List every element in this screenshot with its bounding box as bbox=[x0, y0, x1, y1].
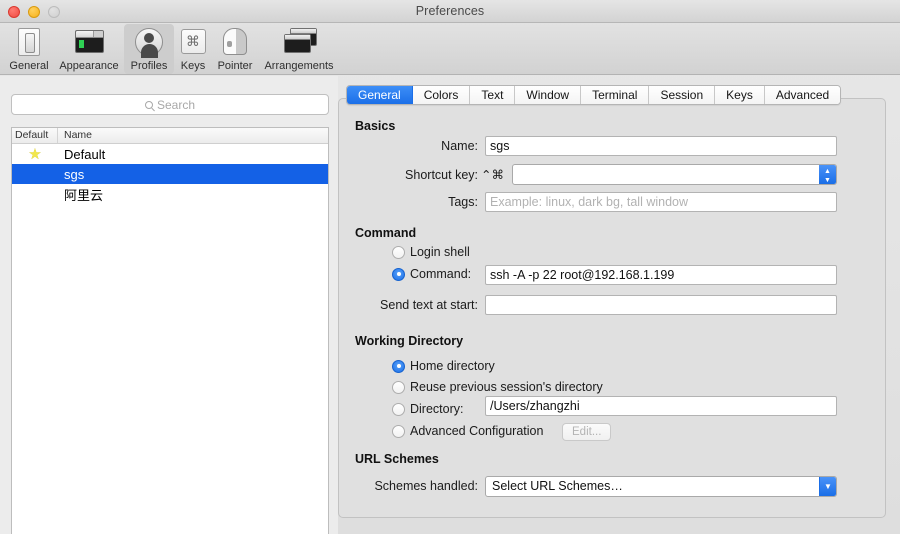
arrangements-icon bbox=[284, 28, 317, 58]
home-directory-radio[interactable] bbox=[392, 359, 405, 373]
send-text-at-start-field[interactable] bbox=[485, 295, 837, 315]
star-icon: ★ bbox=[28, 145, 42, 163]
tags-field[interactable]: Example: linux, dark bg, tall window bbox=[485, 192, 837, 212]
toolbar-label-pointer: Pointer bbox=[217, 60, 253, 72]
section-title-command: Command bbox=[355, 226, 417, 240]
advanced-configuration-radio-row[interactable]: Advanced Configuration bbox=[392, 424, 543, 438]
directory-radio-row[interactable]: Directory: bbox=[392, 402, 463, 416]
window-titlebar: Preferences bbox=[0, 0, 900, 23]
tab-colors[interactable]: Colors bbox=[412, 86, 471, 104]
tab-text[interactable]: Text bbox=[470, 86, 516, 104]
toolbar-item-arrangements[interactable]: Arrangements bbox=[259, 24, 339, 74]
default-star-cell: ★ bbox=[12, 147, 58, 162]
tab-keys[interactable]: Keys bbox=[715, 86, 765, 104]
directory-field[interactable]: /Users/zhangzhi bbox=[485, 396, 837, 416]
name-field[interactable]: sgs bbox=[485, 136, 837, 156]
toolbar-item-general[interactable]: General bbox=[3, 24, 55, 74]
section-title-working-directory: Working Directory bbox=[355, 334, 464, 348]
login-shell-label: Login shell bbox=[410, 245, 470, 259]
profile-detail-panel: General Colors Text Window Terminal Sess… bbox=[338, 76, 900, 534]
column-header-default[interactable]: Default bbox=[12, 128, 58, 143]
schemes-handled-label: Schemes handled: bbox=[374, 479, 478, 493]
tab-general[interactable]: General bbox=[347, 86, 413, 104]
profiles-list[interactable]: Default Name ★ Default sgs 阿里云 bbox=[11, 127, 329, 534]
login-shell-radio[interactable] bbox=[392, 245, 405, 259]
shortcut-modifier-glyphs: ⌃⌘ bbox=[481, 168, 504, 182]
profile-name: Default bbox=[64, 146, 106, 162]
tab-session[interactable]: Session bbox=[649, 86, 716, 104]
search-icon bbox=[144, 100, 153, 109]
schemes-handled-value: Select URL Schemes… bbox=[492, 479, 623, 493]
shortcut-key-select[interactable]: ▲ ▼ bbox=[512, 164, 837, 185]
login-shell-radio-row[interactable]: Login shell bbox=[392, 245, 470, 259]
toolbar-item-appearance[interactable]: Appearance bbox=[55, 24, 123, 74]
profile-row-sgs[interactable]: sgs bbox=[12, 164, 328, 184]
reuse-directory-label: Reuse previous session's directory bbox=[410, 380, 603, 394]
profile-row-default[interactable]: ★ Default bbox=[12, 144, 328, 164]
toolbar-label-general: General bbox=[9, 60, 49, 72]
toolbar-item-keys[interactable]: ⌘ Keys bbox=[175, 24, 211, 74]
profiles-icon bbox=[134, 28, 164, 58]
edit-button[interactable]: Edit... bbox=[562, 423, 612, 441]
profile-name: sgs bbox=[64, 166, 85, 182]
profiles-sidebar: Search Default Name ★ Default sgs 阿里云 bbox=[0, 76, 338, 534]
toolbar-label-arrangements: Arrangements bbox=[264, 60, 334, 72]
section-title-url-schemes: URL Schemes bbox=[355, 452, 439, 466]
home-directory-radio-row[interactable]: Home directory bbox=[392, 359, 495, 373]
appearance-icon bbox=[74, 30, 104, 60]
preferences-toolbar: General Appearance Profiles ⌘ Keys Point… bbox=[0, 23, 900, 75]
tab-terminal[interactable]: Terminal bbox=[581, 86, 650, 104]
pointer-icon bbox=[220, 28, 250, 58]
column-header-name[interactable]: Name bbox=[58, 128, 328, 143]
schemes-handled-select[interactable]: Select URL Schemes… ▼ bbox=[485, 476, 837, 497]
directory-radio[interactable] bbox=[392, 402, 405, 416]
reuse-directory-radio-row[interactable]: Reuse previous session's directory bbox=[392, 380, 603, 394]
stepper-arrows-icon[interactable]: ▲ ▼ bbox=[819, 165, 836, 184]
command-field[interactable]: ssh -A -p 22 root@192.168.1.199 bbox=[485, 265, 837, 285]
search-placeholder: Search bbox=[156, 97, 196, 112]
shortcut-key-label: Shortcut key: bbox=[405, 168, 478, 182]
toolbar-item-pointer[interactable]: Pointer bbox=[211, 24, 259, 74]
keys-icon: ⌘ bbox=[178, 29, 208, 59]
home-directory-label: Home directory bbox=[410, 359, 495, 373]
send-text-at-start-label: Send text at start: bbox=[380, 298, 478, 312]
section-title-basics: Basics bbox=[355, 119, 396, 133]
preferences-window: Preferences General Appearance Profiles … bbox=[0, 0, 900, 534]
window-title: Preferences bbox=[415, 4, 485, 18]
profiles-list-header: Default Name bbox=[12, 128, 328, 144]
command-label: Command: bbox=[410, 267, 472, 281]
general-icon bbox=[14, 28, 44, 58]
advanced-configuration-radio[interactable] bbox=[392, 424, 405, 438]
profile-tab-bar: General Colors Text Window Terminal Sess… bbox=[346, 85, 842, 105]
tab-window[interactable]: Window bbox=[515, 86, 582, 104]
profile-row-aliyun[interactable]: 阿里云 bbox=[12, 184, 328, 204]
profile-name: 阿里云 bbox=[64, 187, 104, 203]
advanced-configuration-label: Advanced Configuration bbox=[410, 424, 544, 438]
tab-advanced[interactable]: Advanced bbox=[764, 86, 841, 104]
reuse-directory-radio[interactable] bbox=[392, 380, 405, 394]
toolbar-item-profiles[interactable]: Profiles bbox=[124, 24, 174, 74]
toolbar-label-keys: Keys bbox=[180, 60, 206, 72]
directory-label: Directory: bbox=[410, 402, 464, 416]
toolbar-label-profiles: Profiles bbox=[130, 60, 168, 72]
tags-label: Tags: bbox=[448, 195, 478, 209]
command-radio[interactable] bbox=[392, 267, 405, 281]
name-label: Name: bbox=[441, 139, 478, 153]
chevron-down-icon[interactable]: ▼ bbox=[819, 477, 836, 496]
command-radio-row[interactable]: Command: bbox=[392, 267, 471, 281]
toolbar-label-appearance: Appearance bbox=[59, 60, 119, 72]
search-input[interactable]: Search bbox=[11, 94, 329, 115]
